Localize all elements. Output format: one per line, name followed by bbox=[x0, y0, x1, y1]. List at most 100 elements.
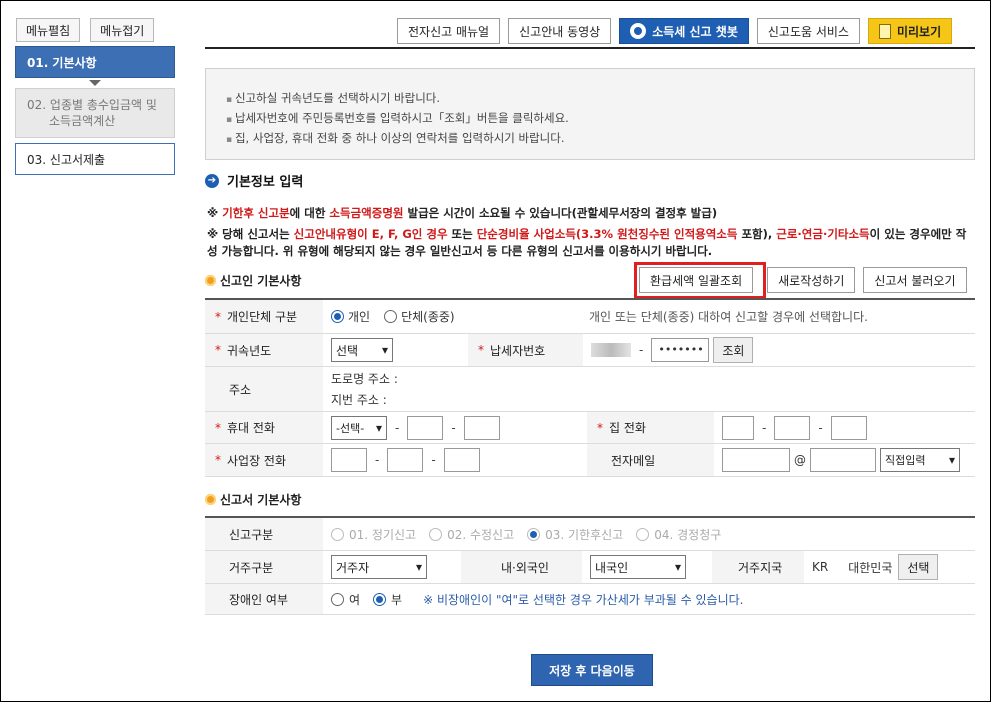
lot-address: 지번 주소 : bbox=[331, 393, 387, 407]
country-label: 거주지국 bbox=[712, 551, 804, 583]
chatbot-icon bbox=[630, 23, 647, 39]
residency-select[interactable]: 거주자 bbox=[331, 555, 427, 579]
label-text: 개인단체 구분 bbox=[227, 310, 298, 324]
home-phone-label: * 집 전화 bbox=[587, 412, 714, 443]
disabled-options: 여 부 ※ 비장애인이 "여"로 선택한 경우 가산세가 부과될 수 있습니다. bbox=[323, 584, 743, 614]
mobile-prefix-select[interactable]: -선택- bbox=[331, 415, 387, 440]
help-service-button[interactable]: 신고도움 서비스 bbox=[756, 18, 860, 44]
warn-red: 소득금액증명원 bbox=[329, 206, 404, 220]
return-kind-row: 신고구분 01. 정기신고 02. 수정신고 03. 기한후신고 04. 경정청… bbox=[205, 518, 975, 551]
top-toolbar: 전자신고 매뉴얼 신고안내 동영상 소득세 신고 챗봇 신고도움 서비스 미리보… bbox=[397, 18, 953, 44]
label-text: 주소 bbox=[229, 382, 252, 397]
kind-label: 신고구분 bbox=[205, 518, 323, 550]
radio-label: 04. 경정청구 bbox=[654, 527, 722, 542]
disabled-note: ※ 비장애인이 "여"로 선택한 경우 가산세가 부과될 수 있습니다. bbox=[423, 592, 744, 607]
mobile-last-input[interactable] bbox=[463, 415, 500, 440]
biz-phone-cell: - - bbox=[323, 444, 587, 476]
biz-area-input[interactable] bbox=[331, 448, 367, 472]
email-domain-input[interactable] bbox=[810, 448, 876, 472]
nationality-label: 내·외국인 bbox=[461, 551, 582, 583]
residency-label: 거주구분 bbox=[205, 551, 323, 583]
chatbot-button[interactable]: 소득세 신고 챗봇 bbox=[619, 18, 749, 44]
bullet-icon bbox=[205, 494, 216, 505]
phone-row: *휴대 전화 -선택- - - *집 전화 - - bbox=[205, 412, 975, 444]
radio-disabled-no[interactable] bbox=[373, 592, 387, 606]
menu-collapse-button[interactable]: 메뉴접기 bbox=[90, 18, 155, 42]
mobile-label: * 휴대 전화 bbox=[205, 412, 323, 443]
label-text: 집 전화 bbox=[609, 421, 646, 435]
taxid-back-input[interactable]: ••••••• bbox=[651, 338, 710, 362]
road-address: 도로명 주소 : bbox=[331, 372, 398, 386]
home-mid-input[interactable] bbox=[774, 415, 811, 440]
radio-label: 단체(종중) bbox=[401, 310, 455, 324]
warn-red: 신고안내유형이 E, F, G인 경우 bbox=[293, 227, 448, 241]
preview-label: 미리보기 bbox=[896, 24, 942, 39]
filer-section-title: 신고인 기본사항 bbox=[205, 272, 301, 289]
country-name: 대한민국 bbox=[848, 560, 893, 575]
biz-mid-input[interactable] bbox=[387, 448, 424, 472]
taxid-label: * 납세자번호 bbox=[468, 334, 583, 366]
radio-individual[interactable] bbox=[331, 310, 344, 323]
email-domain-select[interactable]: 직접입력 bbox=[880, 448, 960, 472]
biz-last-input[interactable] bbox=[443, 448, 480, 472]
country-select-button[interactable]: 선택 bbox=[898, 554, 939, 580]
new-form-button[interactable]: 새로작성하기 bbox=[767, 267, 856, 293]
mobile-mid-input[interactable] bbox=[407, 415, 444, 440]
bullet-icon bbox=[205, 275, 216, 286]
filer-type-options: 개인 단체(종중) bbox=[323, 300, 581, 333]
radio-label: 개인 bbox=[348, 310, 371, 324]
nationality-select[interactable]: 내국인 bbox=[590, 555, 686, 579]
preview-button[interactable]: 미리보기 bbox=[867, 18, 953, 44]
home-area-input[interactable] bbox=[722, 415, 754, 440]
document-icon bbox=[878, 23, 891, 39]
step-basic-info[interactable]: 01. 기본사항 bbox=[15, 46, 175, 78]
notice-item: 신고하실 귀속년도를 선택하시기 바랍니다. bbox=[226, 89, 974, 109]
load-form-button[interactable]: 신고서 불러오기 bbox=[863, 267, 967, 293]
filer-section-title-text: 신고인 기본사항 bbox=[220, 274, 302, 288]
radio-kind-1[interactable] bbox=[331, 527, 344, 541]
step-income-calc[interactable]: 02. 업종별 총수입금액 및 소득금액계산 bbox=[15, 88, 175, 138]
label-text: 납세자번호 bbox=[490, 343, 546, 358]
save-next-button[interactable]: 저장 후 다음이동 bbox=[531, 654, 653, 686]
step-2-line1: 02. 업종별 총수입금액 및 bbox=[27, 98, 157, 112]
refund-lookup-highlight bbox=[634, 262, 766, 299]
label-text: 휴대 전화 bbox=[227, 421, 275, 435]
menu-toggle-group: 메뉴펼침 메뉴접기 bbox=[16, 18, 155, 42]
warn-text: 에 대한 bbox=[289, 206, 330, 220]
dash: - bbox=[639, 343, 644, 357]
nationality-cell: 내국인 bbox=[582, 551, 712, 583]
step-submit[interactable]: 03. 신고서제출 bbox=[15, 143, 175, 175]
radio-group[interactable] bbox=[384, 310, 398, 323]
year-cell: 선택 bbox=[323, 334, 468, 366]
year-select[interactable]: 선택 bbox=[331, 338, 393, 362]
email-id-input[interactable] bbox=[722, 448, 790, 472]
step-arrow-icon bbox=[89, 80, 101, 86]
label-text: 귀속년도 bbox=[227, 343, 272, 358]
address-label: 주소 bbox=[205, 367, 323, 411]
biz-phone-label: * 사업장 전화 bbox=[205, 444, 323, 476]
kind-options: 01. 정기신고 02. 수정신고 03. 기한후신고 04. 경정청구 bbox=[323, 518, 721, 550]
radio-disabled-yes[interactable] bbox=[331, 592, 344, 606]
at-sign: @ bbox=[794, 453, 806, 467]
radio-kind-2[interactable] bbox=[429, 527, 443, 541]
video-button[interactable]: 신고안내 동영상 bbox=[508, 18, 612, 44]
manual-button[interactable]: 전자신고 매뉴얼 bbox=[397, 18, 501, 44]
filer-type-row: * 개인단체 구분 개인 단체(종중) 개인 또는 단체(종중) 대하여 신고할 … bbox=[205, 300, 975, 334]
warn-red: 근로·연금·기타소득 bbox=[776, 227, 870, 241]
address-cell: 도로명 주소 : 지번 주소 : bbox=[323, 367, 398, 411]
taxid-front-redacted bbox=[591, 343, 631, 357]
warn-red: 기한후 신고분 bbox=[222, 206, 290, 220]
chatbot-label: 소득세 신고 챗봇 bbox=[652, 24, 738, 39]
menu-expand-button[interactable]: 메뉴펼침 bbox=[16, 18, 81, 42]
radio-kind-3[interactable] bbox=[527, 527, 541, 541]
return-form: 신고구분 01. 정기신고 02. 수정신고 03. 기한후신고 04. 경정청… bbox=[205, 516, 975, 615]
warn-text: ※ bbox=[207, 206, 223, 220]
notice-item: 집, 사업장, 휴대 전화 중 하나 이상의 연락처를 입력하시기 바랍니다. bbox=[226, 129, 974, 149]
taxid-lookup-button[interactable]: 조회 bbox=[713, 337, 754, 363]
warn-text: 포함), bbox=[737, 227, 777, 241]
radio-label: 여 bbox=[349, 592, 361, 607]
radio-kind-4[interactable] bbox=[636, 527, 650, 541]
radio-label: 부 bbox=[391, 592, 403, 607]
home-last-input[interactable] bbox=[830, 415, 867, 440]
warning-eligibility: ※ 당해 신고서는 신고안내유형이 E, F, G인 경우 또는 단순경비율 사… bbox=[207, 226, 967, 260]
